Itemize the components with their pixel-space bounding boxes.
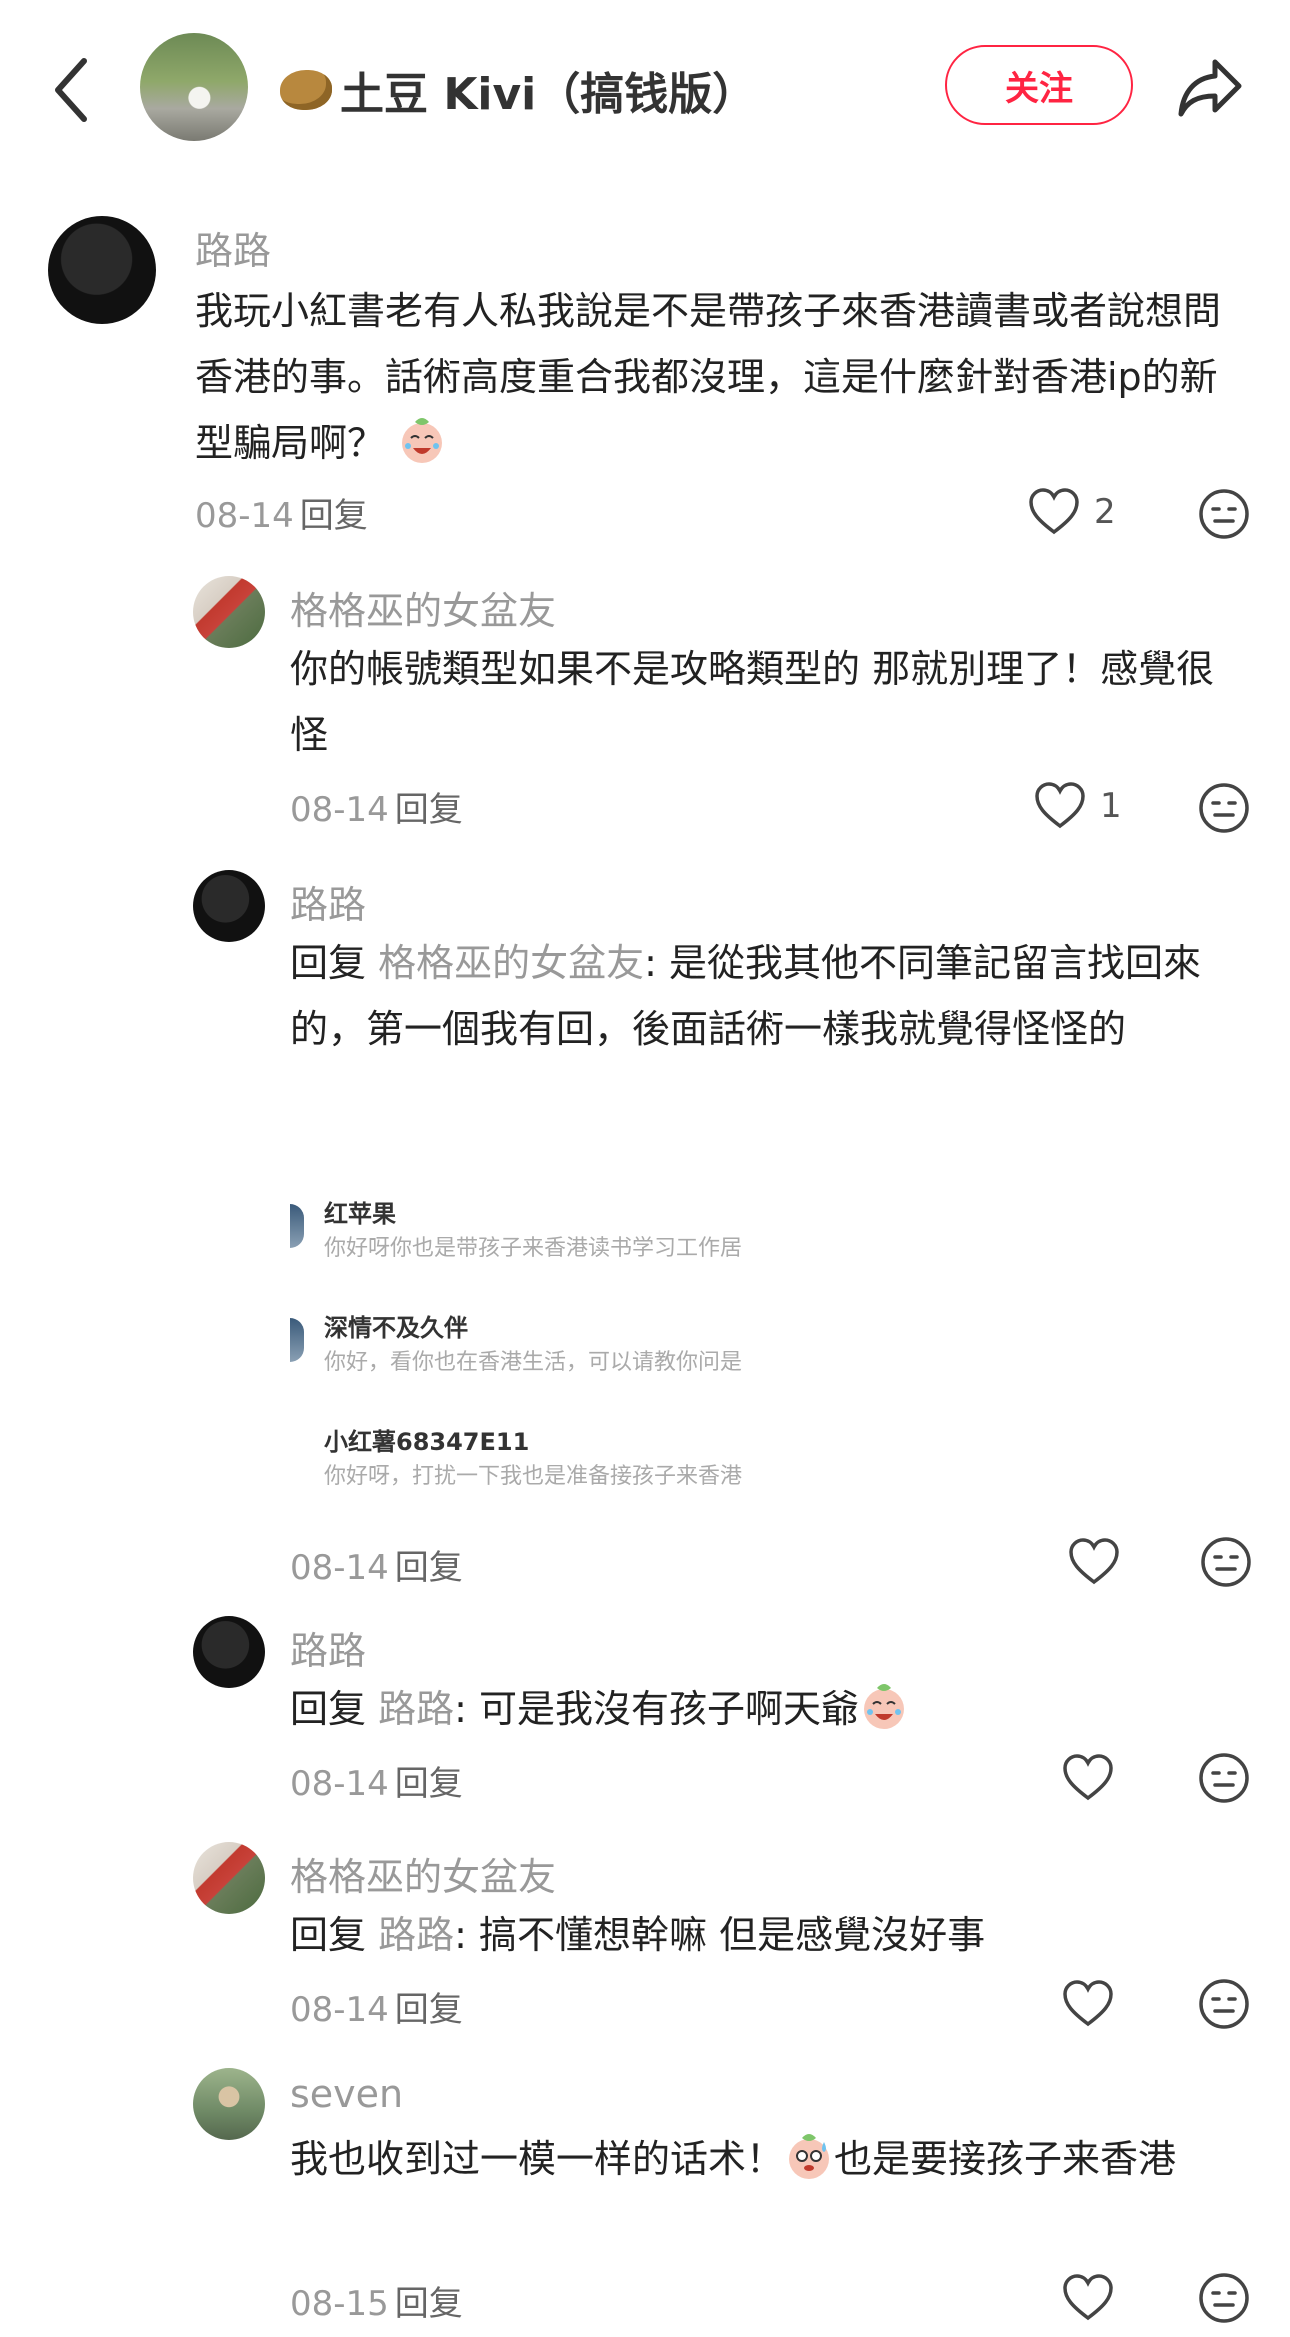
heart-icon[interactable] [1068,1538,1120,1586]
embedded-msg: 你好，看你也在香港生活，可以请教你问是 [324,1350,743,1375]
dislike-face-icon[interactable] [1198,1978,1250,2030]
embedded-name: 红苹果 [324,1200,396,1228]
embedded-avatar [290,1204,304,1248]
reply-button[interactable]: 回复 [395,1764,463,1804]
comment-date: 08-15 [290,2284,389,2324]
author-name-text[interactable]: 土豆 Kivi（搞钱版） [340,58,756,122]
embedded-name: 深情不及久伴 [324,1314,468,1342]
comment-date: 08-14 [290,1990,389,2030]
comment-meta: 08-15 回复 [290,2276,463,2325]
comment-body: 我也收到过一模一样的话术！ [290,2137,785,2181]
avatar[interactable] [193,2068,265,2140]
reply-button[interactable]: 回复 [395,1990,463,2030]
comment-date: 08-14 [290,790,389,830]
reply-target[interactable]: 格格巫的女盆友 [378,941,644,985]
comment-meta: 08-14 回复 [290,1756,463,1805]
like-button[interactable]: 1 [1034,782,1122,830]
avatar[interactable] [193,1616,265,1688]
reply-target[interactable]: 路路 [378,1687,454,1731]
share-icon[interactable] [1175,52,1245,122]
back-arrow-icon[interactable] [52,55,92,125]
sweating-emoji-icon [789,2134,830,2179]
potato-emoji-icon [280,70,332,110]
comment-date: 08-14 [290,1764,389,1804]
heart-icon[interactable] [1062,1754,1114,1802]
avatar[interactable] [193,576,265,648]
heart-icon[interactable] [1062,2274,1114,2322]
embedded-msg: 你好呀你也是带孩子来香港读书学习工作居 [324,1236,743,1261]
embedded-avatar [290,1318,304,1362]
username[interactable]: 格格巫的女盆友 [290,1846,556,1901]
avatar[interactable] [48,216,156,324]
like-count: 1 [1100,786,1122,826]
comment-body: : 可是我沒有孩子啊天爺 [454,1687,860,1731]
reply-button[interactable]: 回复 [395,2284,463,2324]
comment-date: 08-14 [290,1548,389,1588]
comment-text: 回复 路路: 搞不懂想幹嘛 但是感覺沒好事 [290,1902,1250,1968]
comment-body-2: 也是要接孩子来香港 [834,2137,1177,2181]
comment-text: 回复 格格巫的女盆友: 是從我其他不同筆記留言找回來的，第一個我有回，後面話術一… [290,930,1250,1062]
dislike-face-icon[interactable] [1198,782,1250,834]
comment-meta: 08-14 回复 [290,1540,463,1589]
dislike-face-icon[interactable] [1198,2272,1250,2324]
crying-laugh-emoji-icon [402,418,443,463]
username[interactable]: seven [290,2072,403,2116]
username[interactable]: 路路 [195,220,271,275]
comment-meta: 08-14 回复 [290,782,463,831]
comment-text: 回复 路路: 可是我沒有孩子啊天爺 [290,1676,1250,1742]
dislike-face-icon[interactable] [1198,488,1250,540]
embedded-name: 小红薯68347E11 [324,1428,530,1456]
like-button[interactable]: 2 [1028,488,1116,536]
username[interactable]: 路路 [290,874,366,929]
like-count: 2 [1094,492,1116,532]
comment-body: : 搞不懂想幹嘛 但是感覺沒好事 [454,1913,986,1957]
comment-meta: 08-14 回复 [290,1982,463,2031]
comment-meta: 08-14 回复 [195,488,368,537]
reply-target[interactable]: 路路 [378,1913,454,1957]
author-name[interactable]: 土豆 Kivi（搞钱版） [280,58,756,122]
comment-text: 你的帳號類型如果不是攻略類型的 那就別理了！感覺很怪 [290,647,1215,757]
reply-button[interactable]: 回复 [395,1548,463,1588]
dislike-face-icon[interactable] [1198,1752,1250,1804]
crying-laugh-emoji-icon [864,1684,905,1729]
comment-body: 我玩小紅書老有人私我說是不是帶孩子來香港讀書或者說想問香港的事。話術高度重合我都… [195,289,1222,465]
comment-date: 08-14 [195,496,294,536]
embedded-screenshot: 红苹果 你好呀你也是带孩子来香港读书学习工作居 深情不及久伴 你好，看你也在香港… [290,1180,790,1510]
heart-icon [1035,782,1085,829]
reply-button[interactable]: 回复 [395,790,463,830]
reply-prefix: 回复 [290,941,367,985]
username[interactable]: 路路 [290,1620,366,1675]
follow-button[interactable]: 关注 [945,45,1133,125]
reply-prefix: 回复 [290,1687,367,1731]
username[interactable]: 格格巫的女盆友 [290,580,556,635]
reply-button[interactable]: 回复 [300,496,368,536]
avatar[interactable] [193,1842,265,1914]
reply-prefix: 回复 [290,1913,367,1957]
heart-icon [1029,488,1079,535]
dislike-face-icon[interactable] [1200,1536,1252,1588]
avatar[interactable] [193,870,265,942]
comment-text: 我玩小紅書老有人私我說是不是帶孩子來香港讀書或者說想問香港的事。話術高度重合我都… [195,278,1255,476]
author-avatar[interactable] [140,33,248,141]
comment-text: 我也收到过一模一样的话术！ 也是要接孩子来香港 [290,2126,1250,2192]
heart-icon[interactable] [1062,1980,1114,2028]
embedded-msg: 你好呀，打扰一下我也是准备接孩子来香港 [324,1464,743,1489]
